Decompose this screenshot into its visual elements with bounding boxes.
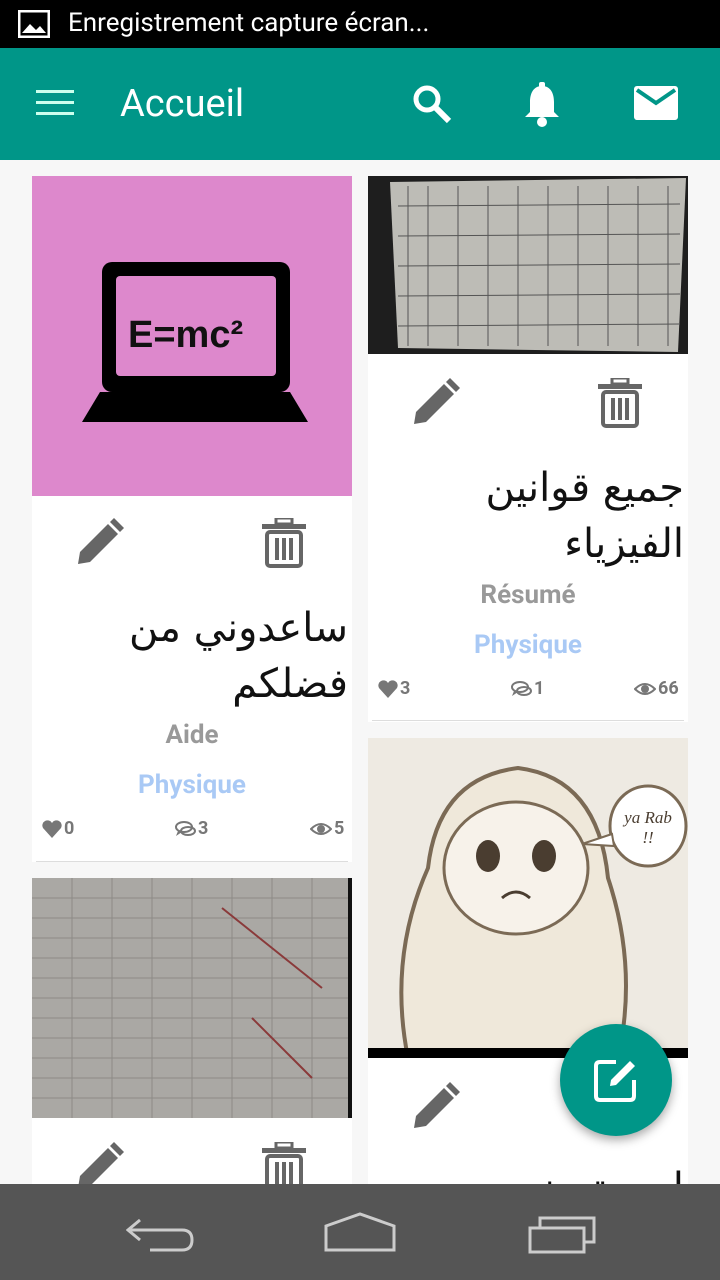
post-card[interactable] [32, 878, 352, 1184]
page-title: Accueil [120, 82, 245, 126]
post-subject[interactable]: Physique [368, 630, 688, 660]
status-notification-text: Enregistrement capture écran... [68, 8, 430, 38]
post-subject[interactable]: Physique [32, 770, 352, 800]
menu-icon[interactable] [36, 88, 76, 118]
speech-bubble-text: ya Rab !! [624, 808, 672, 847]
post-title-line: جميع قوانين [485, 465, 684, 511]
edit-icon[interactable] [74, 1142, 124, 1184]
mail-icon[interactable] [634, 86, 678, 120]
heart-icon [378, 679, 398, 698]
post-card[interactable]: جميع قوانين الفيزياء Résumé Physique 3 1… [368, 176, 688, 722]
hijab-drawing [368, 765, 688, 1058]
comments-icon [511, 680, 532, 696]
comments-stat[interactable]: 1 [510, 678, 544, 699]
heart-icon [42, 819, 62, 838]
likes-stat[interactable]: 0 [42, 818, 74, 839]
status-bar: Enregistrement capture écran... [0, 0, 720, 48]
post-title: ساعدوني من فضلكم [129, 600, 348, 712]
edit-icon[interactable] [74, 518, 124, 568]
likes-count: 0 [64, 818, 75, 839]
post-card[interactable]: E=mc² ساعدوني من فضلكم Aide Physique 0 3 [32, 176, 352, 862]
eye-icon [634, 682, 656, 695]
recent-apps-icon[interactable] [526, 1214, 598, 1254]
post-title: جميع قوانين الفيزياء [486, 460, 684, 572]
comments-count: 3 [198, 818, 209, 839]
system-nav-bar [0, 1184, 720, 1280]
post-category: Aide [165, 720, 219, 750]
eye-icon [310, 822, 332, 835]
home-icon[interactable] [322, 1212, 398, 1252]
post-title-line: فضلكم [232, 661, 348, 707]
delete-icon[interactable] [262, 1142, 306, 1184]
compose-icon [594, 1060, 636, 1102]
views-stat: 5 [310, 818, 344, 839]
gallery-icon [18, 10, 50, 38]
notebook-photo [32, 878, 352, 1118]
views-stat: 66 [634, 678, 679, 699]
comments-count: 1 [534, 678, 545, 699]
likes-stat[interactable]: 3 [378, 678, 410, 699]
edit-icon[interactable] [410, 378, 460, 428]
post-image [32, 878, 352, 1118]
divider [372, 720, 684, 721]
likes-count: 3 [400, 678, 411, 699]
post-title-line: ساعدوني من [129, 605, 348, 651]
post-title: لمن تم نحم [491, 1160, 684, 1184]
delete-icon[interactable] [598, 378, 642, 428]
divider [36, 861, 348, 862]
views-count: 66 [658, 678, 679, 699]
comments-stat[interactable]: 3 [174, 818, 208, 839]
delete-icon[interactable] [262, 518, 306, 568]
comments-icon [175, 820, 196, 836]
post-image [368, 176, 688, 354]
search-icon[interactable] [412, 84, 452, 124]
compose-button[interactable] [560, 1024, 672, 1136]
post-image: E=mc² [32, 176, 352, 496]
bell-icon[interactable] [522, 82, 562, 128]
views-count: 5 [334, 818, 345, 839]
post-title-line: الفيزياء [564, 521, 684, 567]
image-formula-text: E=mc² [128, 314, 244, 356]
edit-icon[interactable] [410, 1082, 460, 1132]
document-photo [390, 178, 686, 352]
app-bar: Accueil [0, 48, 720, 160]
back-icon[interactable] [126, 1216, 194, 1252]
post-image: ya Rab !! [368, 738, 688, 1058]
post-category: Résumé [480, 580, 576, 610]
